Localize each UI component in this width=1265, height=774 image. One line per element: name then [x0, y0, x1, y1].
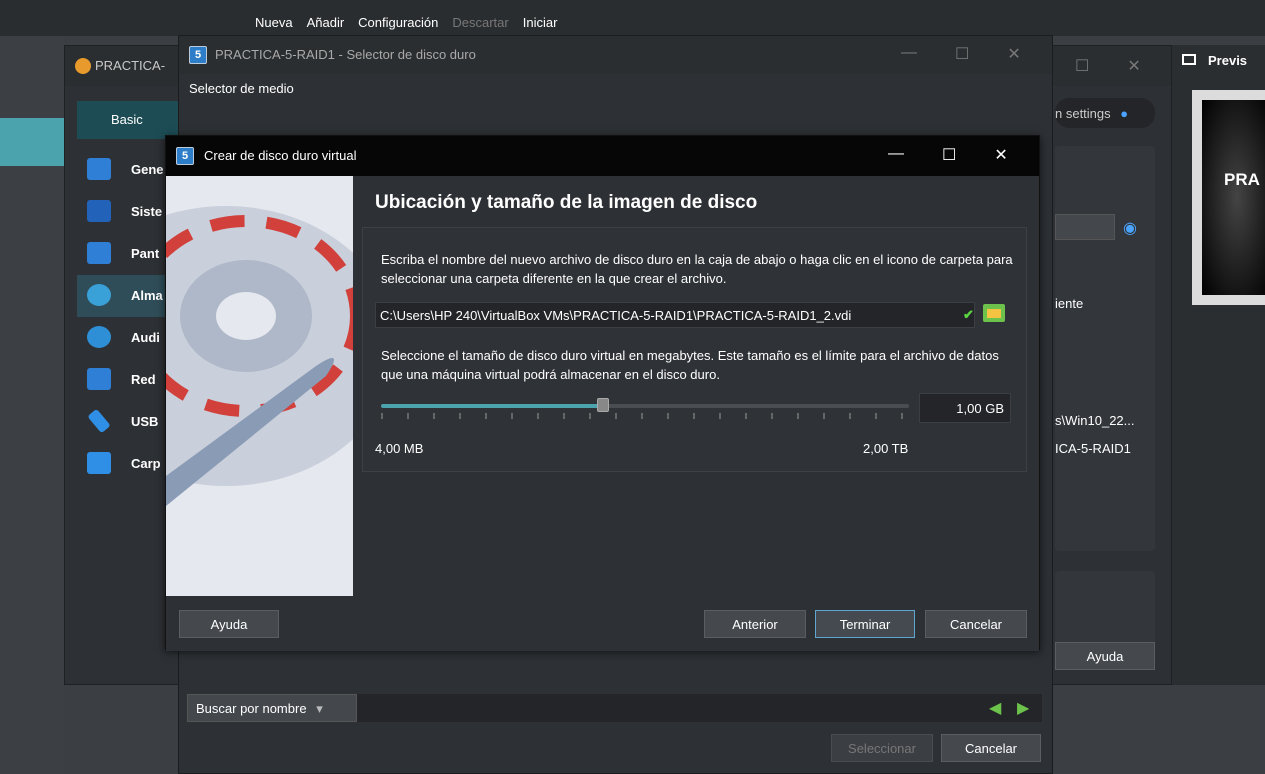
selected-vm-highlight[interactable]: [0, 118, 64, 166]
gear-icon: [75, 58, 91, 74]
wizard-disk-illustration: [166, 176, 353, 596]
disk-size-slider[interactable]: [381, 398, 909, 412]
settings-frag-1: iente: [1055, 296, 1084, 311]
display-icon: [87, 242, 111, 264]
sidebar-item-label: Audi: [131, 330, 160, 345]
help-button[interactable]: Ayuda: [179, 610, 279, 638]
tab-basic[interactable]: Basic: [77, 101, 187, 139]
location-description: Escriba el nombre del nuevo archivo de d…: [381, 252, 1013, 286]
valid-check-icon: ✔: [963, 307, 974, 322]
disk-path-input[interactable]: C:\Users\HP 240\VirtualBox VMs\PRACTICA-…: [375, 302, 975, 328]
speaker-icon: [87, 326, 111, 348]
preview-title: Previs: [1208, 53, 1248, 68]
disk-choose-icon[interactable]: ◉: [1123, 218, 1137, 238]
storage-details-panel: ◉ iente s\Win10_22... ICA-5-RAID1: [1055, 146, 1155, 551]
network-icon: [87, 368, 111, 390]
disk-size-input[interactable]: 1,00 GB: [919, 393, 1011, 423]
wizard-content-box: Escriba el nombre del nuevo archivo de d…: [362, 227, 1027, 472]
slider-max-label: 2,00 TB: [863, 441, 909, 456]
wizard-title: Crear de disco duro virtual: [204, 148, 357, 163]
settings-help-button[interactable]: Ayuda: [1055, 642, 1155, 670]
sidebar-item-label: Alma: [131, 288, 163, 303]
settings-title: PRACTICA-: [95, 58, 166, 73]
search-mode-label: Buscar por nombre: [196, 701, 307, 716]
settings-window-controls: ☐ ✕: [1075, 56, 1141, 76]
usb-icon: [87, 408, 111, 434]
maximize-icon[interactable]: ☐: [1075, 56, 1089, 76]
iniciar-button[interactable]: Iniciar: [523, 15, 558, 30]
sidebar-item-label: Siste: [131, 204, 163, 219]
wizard-heading: Ubicación y tamaño de la imagen de disco: [375, 192, 758, 213]
settings-search[interactable]: n settings ●: [1055, 98, 1155, 128]
sidebar-item-label: Carp: [131, 456, 161, 471]
search-prev-icon[interactable]: ◀: [989, 698, 1001, 718]
back-button[interactable]: Anterior: [704, 610, 806, 638]
configuracion-button[interactable]: Configuración: [358, 15, 438, 30]
maximize-icon[interactable]: ☐: [955, 44, 969, 64]
selector-cancel-button[interactable]: Cancelar: [941, 734, 1041, 762]
virtualbox-icon: 5: [189, 46, 207, 64]
sidebar-item-label: Red: [131, 372, 156, 387]
slider-fill: [381, 404, 603, 408]
virtualbox-icon: 5: [176, 147, 194, 165]
close-icon[interactable]: ✕: [994, 145, 1007, 165]
minimize-icon[interactable]: —: [888, 145, 904, 165]
search-mode-dropdown[interactable]: Buscar por nombre ▾: [187, 694, 357, 722]
selector-title: PRACTICA-5-RAID1 - Selector de disco dur…: [215, 47, 476, 62]
slider-min-label: 4,00 MB: [375, 441, 424, 456]
preview-icon: [1182, 54, 1196, 65]
search-next-icon[interactable]: ▶: [1017, 698, 1029, 718]
preview-screen-text: PRA: [1202, 100, 1265, 295]
sidebar-item-label: USB: [131, 414, 159, 429]
manager-toolbar: Nueva Añadir Configuración Descartar Ini…: [0, 0, 1265, 36]
wizard-window-controls: — ☐ ✕: [888, 145, 1008, 165]
sidebar-item-label: Pant: [131, 246, 160, 261]
maximize-icon[interactable]: ☐: [942, 145, 956, 165]
selector-medio-menu[interactable]: Selector de medio: [189, 81, 294, 96]
create-disk-wizard: 5 Crear de disco duro virtual — ☐ ✕ Ubic…: [165, 135, 1040, 651]
chevron-down-icon: ▾: [316, 701, 323, 716]
chip-icon: [87, 200, 111, 222]
disk-icon: [87, 284, 111, 306]
finish-button[interactable]: Terminar: [815, 610, 915, 638]
size-description: Seleccione el tamaño de disco duro virtu…: [381, 348, 999, 382]
nueva-button[interactable]: Nueva: [255, 15, 293, 30]
monitor-icon: [87, 158, 111, 180]
choose-folder-icon[interactable]: [983, 304, 1005, 322]
slider-ticks: [381, 413, 909, 419]
search-icon: ●: [1120, 106, 1129, 121]
controller-dropdown[interactable]: [1055, 214, 1115, 240]
selector-window-controls: — ☐ ✕: [901, 44, 1021, 64]
preview-screen: PRA: [1192, 90, 1265, 305]
cancel-button[interactable]: Cancelar: [925, 610, 1027, 638]
preview-panel: Previs PRA: [1172, 45, 1265, 685]
settings-search-hint: n settings: [1055, 106, 1111, 121]
sidebar-item-label: Gene: [131, 162, 164, 177]
close-icon[interactable]: ✕: [1007, 44, 1020, 64]
close-icon[interactable]: ✕: [1127, 56, 1140, 76]
wizard-footer: Ayuda Anterior Terminar Cancelar: [166, 596, 1039, 651]
selector-search-row: Buscar por nombre ▾ ◀ ▶: [187, 694, 1042, 722]
minimize-icon[interactable]: —: [901, 44, 917, 64]
select-button[interactable]: Seleccionar: [831, 734, 933, 762]
settings-frag-2: s\Win10_22...: [1055, 413, 1135, 428]
anadir-button[interactable]: Añadir: [307, 15, 345, 30]
folder-icon: [87, 452, 111, 474]
slider-handle[interactable]: [596, 398, 609, 412]
settings-info-panel: [1055, 571, 1155, 651]
disk-path-value: C:\Users\HP 240\VirtualBox VMs\PRACTICA-…: [380, 308, 852, 323]
descartar-button: Descartar: [452, 15, 509, 30]
settings-frag-3: ICA-5-RAID1: [1055, 441, 1131, 456]
